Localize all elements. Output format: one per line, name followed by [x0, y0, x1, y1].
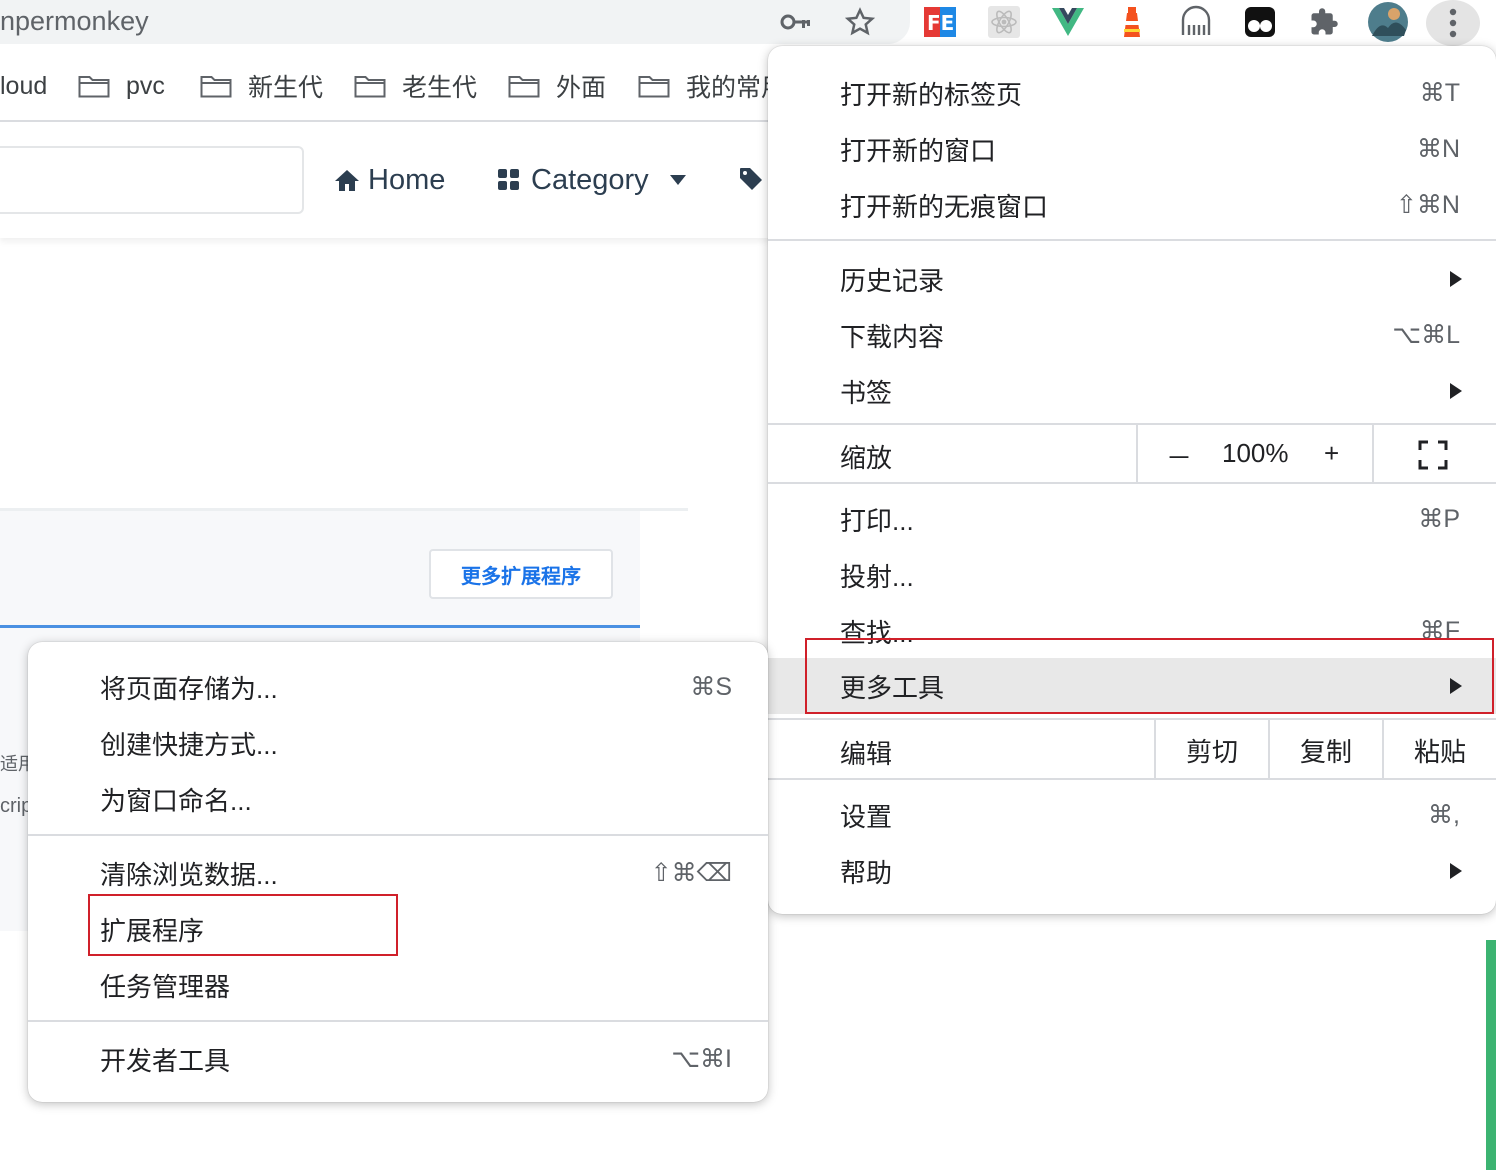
ghost-icon[interactable]	[1176, 4, 1216, 40]
page-accent-strip	[1486, 940, 1496, 1170]
divider	[1136, 424, 1138, 484]
menu-separator	[768, 239, 1496, 241]
menu-item-developer-tools[interactable]: 开发者工具 ⌥⌘I	[28, 1031, 768, 1087]
menu-item-history[interactable]: 历史记录	[768, 251, 1496, 307]
folder-icon	[508, 76, 540, 98]
bookmark-item[interactable]: 新生代	[200, 70, 323, 102]
omnibox-text: npermonkey	[0, 6, 149, 36]
site-search-input[interactable]	[0, 146, 304, 214]
selection-outline	[0, 625, 640, 628]
avatar[interactable]	[1368, 2, 1408, 42]
menu-item-new-window[interactable]: 打开新的窗口 ⌘N	[768, 121, 1496, 177]
puzzle-icon[interactable]	[1304, 4, 1344, 40]
zoom-in-button[interactable]: +	[1324, 438, 1339, 469]
grid-icon	[498, 169, 519, 190]
nav-category-link[interactable]: Category	[497, 160, 687, 200]
bookmark-item[interactable]: 老生代	[354, 70, 477, 102]
tag-icon	[738, 166, 764, 197]
menu-separator	[768, 718, 1496, 720]
chrome-main-menu: 打开新的标签页 ⌘T 打开新的窗口 ⌘N 打开新的无痕窗口 ⇧⌘N 历史记录 下…	[768, 46, 1496, 914]
lighthouse-icon[interactable]	[1112, 4, 1152, 40]
menu-item-cast[interactable]: 投射...	[768, 547, 1496, 603]
more-tools-submenu: 将页面存储为... ⌘S 创建快捷方式... 为窗口命名... 清除浏览数据..…	[28, 642, 768, 1102]
fullscreen-icon[interactable]	[1418, 440, 1448, 475]
more-vert-icon[interactable]	[1426, 0, 1480, 46]
folder-icon	[200, 76, 232, 98]
menu-item-help[interactable]: 帮助	[768, 843, 1496, 899]
divider	[1372, 424, 1374, 484]
chevron-right-icon	[1450, 383, 1462, 399]
menu-separator	[768, 482, 1496, 484]
zoom-out-button[interactable]: －	[1166, 438, 1192, 475]
menu-item-bookmarks[interactable]: 书签	[768, 363, 1496, 419]
bookmark-item[interactable]: pvc	[78, 70, 165, 102]
fe-icon[interactable]: FE	[920, 4, 960, 40]
more-extensions-button[interactable]: 更多扩展程序	[429, 549, 613, 599]
folder-icon	[638, 76, 670, 98]
menu-item-settings[interactable]: 设置 ⌘,	[768, 787, 1496, 843]
menu-item-task-manager[interactable]: 任务管理器	[28, 957, 768, 1013]
zoom-value: 100%	[1222, 438, 1289, 468]
menu-zoom-row: 缩放 － 100% +	[768, 424, 1496, 484]
menu-item-name-window[interactable]: 为窗口命名...	[28, 771, 768, 827]
react-icon[interactable]	[984, 4, 1024, 40]
folder-icon	[78, 76, 110, 98]
menu-separator	[768, 778, 1496, 780]
menu-item-new-tab[interactable]: 打开新的标签页 ⌘T	[768, 65, 1496, 121]
menu-item-save-page[interactable]: 将页面存储为... ⌘S	[28, 659, 768, 715]
menu-separator	[28, 1020, 768, 1022]
highlight-box-more-tools	[805, 638, 1494, 714]
menu-item-print[interactable]: 打印... ⌘P	[768, 491, 1496, 547]
bookmark-item[interactable]: loud	[0, 70, 47, 102]
caret-down-icon	[669, 175, 686, 185]
menu-item-clear-browsing-data[interactable]: 清除浏览数据... ⇧⌘⌫	[28, 845, 768, 901]
chevron-right-icon	[1450, 271, 1462, 287]
vue-icon[interactable]	[1048, 4, 1088, 40]
tampermonkey-icon[interactable]	[1240, 4, 1280, 40]
menu-item-new-incognito[interactable]: 打开新的无痕窗口 ⇧⌘N	[768, 177, 1496, 233]
nav-home-link[interactable]: Home	[334, 160, 445, 200]
zoom-label: 缩放	[840, 443, 893, 473]
menu-item-create-shortcut[interactable]: 创建快捷方式...	[28, 715, 768, 771]
cut-button[interactable]: 剪切	[1156, 722, 1268, 778]
chevron-right-icon	[1450, 863, 1462, 879]
menu-item-downloads[interactable]: 下载内容 ⌥⌘L	[768, 307, 1496, 363]
edit-label: 编辑	[840, 739, 893, 769]
copy-button[interactable]: 复制	[1270, 722, 1382, 778]
bookmark-item[interactable]: 外面	[508, 70, 606, 102]
svg-text:FE: FE	[927, 11, 954, 35]
bookmark-item[interactable]: 我的常用	[638, 70, 786, 102]
star-icon[interactable]	[840, 4, 880, 40]
highlight-box-extensions	[88, 894, 398, 956]
paste-button[interactable]: 粘贴	[1384, 722, 1496, 778]
home-icon	[335, 170, 359, 191]
menu-separator	[768, 423, 1496, 425]
menu-separator	[28, 834, 768, 836]
menu-edit-row: 编辑 剪切 复制 粘贴	[768, 720, 1496, 780]
omnibox[interactable]: npermonkey	[0, 0, 910, 44]
key-icon[interactable]	[776, 4, 816, 40]
folder-icon	[354, 76, 386, 98]
